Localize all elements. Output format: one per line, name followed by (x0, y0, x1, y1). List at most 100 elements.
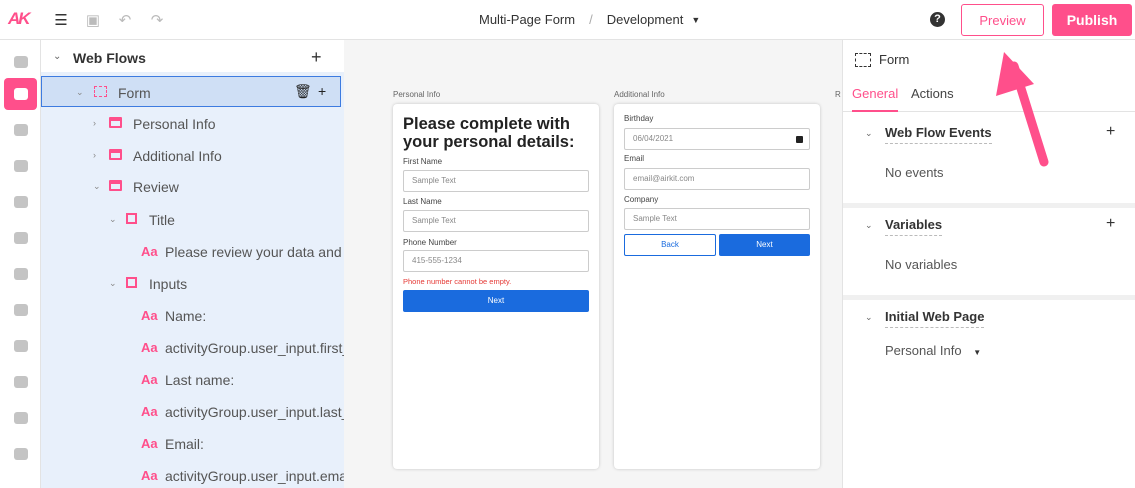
tree-row-text[interactable]: Aa Name: (41, 300, 344, 332)
preview-button[interactable]: Preview (961, 4, 1044, 36)
tab-general[interactable]: General (852, 86, 899, 112)
properties-panel: Form General Actions ⌄ Web Flow Events +… (842, 40, 1135, 488)
add-web-flow-button[interactable]: + (311, 47, 322, 68)
chevron-down-icon[interactable]: ⌄ (53, 51, 61, 62)
left-rail (0, 40, 41, 488)
data-flow-icon[interactable] (4, 222, 37, 254)
environment-select[interactable]: Development (607, 12, 684, 27)
menu-icon[interactable]: ☰ (52, 11, 70, 29)
phone-icon[interactable] (4, 186, 37, 218)
tree-row-text[interactable]: Aa Last name: (41, 364, 344, 396)
phone-field[interactable]: 415-555-1234 (403, 250, 589, 272)
empty-message: No events (885, 165, 944, 180)
chevron-down-icon[interactable]: ⌄ (109, 278, 117, 289)
panel-header: Form (855, 52, 909, 67)
chat-bubbles-icon[interactable] (4, 150, 37, 182)
chevron-down-icon[interactable]: ▼ (973, 348, 981, 357)
text-icon: Aa (141, 436, 158, 451)
initial-page-select[interactable]: Personal Info ▼ (885, 343, 981, 358)
add-icon[interactable]: + (318, 83, 326, 99)
tree-row-label: Form (118, 85, 151, 101)
tree-row-personal-info[interactable]: › Personal Info (41, 108, 344, 140)
web-flow-events-section: ⌄ Web Flow Events + No events (843, 116, 1135, 208)
birthday-value: 06/04/2021 (633, 134, 674, 143)
tree-row-title[interactable]: ⌄ Title (41, 204, 344, 236)
text-icon: Aa (141, 244, 158, 259)
help-icon[interactable]: ? (930, 12, 945, 27)
email-field[interactable]: email@airkit.com (624, 168, 810, 190)
email-label: Email (624, 154, 645, 163)
brush-icon[interactable] (4, 366, 37, 398)
initial-page-value: Personal Info (885, 343, 962, 358)
web-flows-icon[interactable] (4, 78, 37, 110)
section-title[interactable]: Variables (885, 217, 943, 236)
empty-message: No variables (885, 257, 958, 272)
chevron-down-icon[interactable]: ⌄ (93, 181, 101, 192)
save-icon[interactable]: ▣ (84, 11, 102, 29)
tree-row-label: Email: (165, 436, 204, 452)
tree-row-review[interactable]: ⌄ Review (41, 171, 344, 203)
tree-row-inputs[interactable]: ⌄ Inputs (41, 268, 344, 300)
company-field[interactable]: Sample Text (624, 208, 810, 230)
first-name-field[interactable]: Sample Text (403, 170, 589, 192)
last-name-field[interactable]: Sample Text (403, 210, 589, 232)
section-title[interactable]: Web Flow Events (885, 125, 992, 144)
tree-row-form[interactable]: ⌄ Form 🗑 + (41, 76, 341, 107)
media-icon[interactable] (4, 330, 37, 362)
tree-row-label: activityGroup.user_input.ema (165, 468, 344, 484)
chevron-down-icon[interactable]: ⌄ (865, 312, 873, 323)
next-button[interactable]: Next (719, 234, 810, 256)
project-name[interactable]: Multi-Page Form (479, 12, 575, 27)
company-label: Company (624, 195, 659, 204)
panel-tabs: General Actions (843, 84, 1135, 112)
chevron-down-icon[interactable]: ⌄ (865, 128, 873, 139)
chevron-down-icon[interactable]: ⌄ (865, 220, 873, 231)
redo-icon[interactable]: ↷ (148, 11, 166, 29)
chevron-down-icon[interactable]: ⌄ (76, 87, 84, 98)
send-icon[interactable] (4, 258, 37, 290)
tree-row-label: Personal Info (133, 116, 216, 132)
back-button[interactable]: Back (624, 234, 716, 256)
page-icon (109, 149, 122, 160)
birthday-label: Birthday (624, 114, 654, 123)
first-name-label: First Name (403, 157, 443, 166)
tree-row-label: activityGroup.user_input.first_ (165, 340, 344, 356)
chevron-right-icon[interactable]: › (93, 150, 96, 160)
calendar-icon[interactable] (796, 136, 803, 143)
container-icon (126, 277, 137, 288)
breadcrumb: Multi-Page Form / Development ▼ (479, 12, 700, 27)
design-canvas[interactable]: Personal Info Please complete with your … (344, 40, 842, 488)
chevron-down-icon[interactable]: ▼ (691, 15, 700, 25)
undo-icon[interactable]: ↶ (116, 11, 134, 29)
tree-row-text[interactable]: Aa activityGroup.user_input.first_ (41, 332, 344, 364)
birthday-field[interactable]: 06/04/2021 (624, 128, 810, 150)
trash-icon[interactable]: 🗑 (294, 83, 312, 100)
airkit-logo[interactable]: AK (8, 9, 34, 31)
form-icon (855, 52, 871, 67)
chevron-right-icon[interactable]: › (93, 118, 96, 128)
calendar-icon[interactable] (4, 402, 37, 434)
text-icon: Aa (141, 372, 158, 387)
contacts-icon[interactable] (4, 438, 37, 470)
page-card-personal-info[interactable]: Please complete with your personal detai… (393, 104, 599, 469)
page-icon (109, 180, 122, 191)
tree-row-text[interactable]: Aa activityGroup.user_input.ema (41, 460, 344, 488)
tree-row-label: Additional Info (133, 148, 222, 164)
tree-row-text[interactable]: Aa activityGroup.user_input.last_ (41, 396, 344, 428)
tree-row-text[interactable]: Aa Email: (41, 428, 344, 460)
chevron-down-icon[interactable]: ⌄ (109, 214, 117, 225)
publish-button[interactable]: Publish (1052, 4, 1132, 36)
section-title[interactable]: Initial Web Page (885, 309, 985, 328)
tree-row-text[interactable]: Aa Please review your data and (41, 236, 344, 268)
chat-icon[interactable] (4, 114, 37, 146)
tree-row-label: Inputs (149, 276, 188, 292)
add-variable-button[interactable]: + (1106, 215, 1115, 233)
page-card-additional-info[interactable]: Birthday 06/04/2021 Email email@airkit.c… (614, 104, 820, 469)
tree-row-label: Title (149, 212, 175, 228)
tab-actions[interactable]: Actions (911, 86, 954, 112)
next-button[interactable]: Next (403, 290, 589, 312)
add-event-button[interactable]: + (1106, 123, 1115, 141)
tree-row-additional-info[interactable]: › Additional Info (41, 140, 344, 172)
connect-icon[interactable] (4, 46, 37, 78)
cube-icon[interactable] (4, 294, 37, 326)
